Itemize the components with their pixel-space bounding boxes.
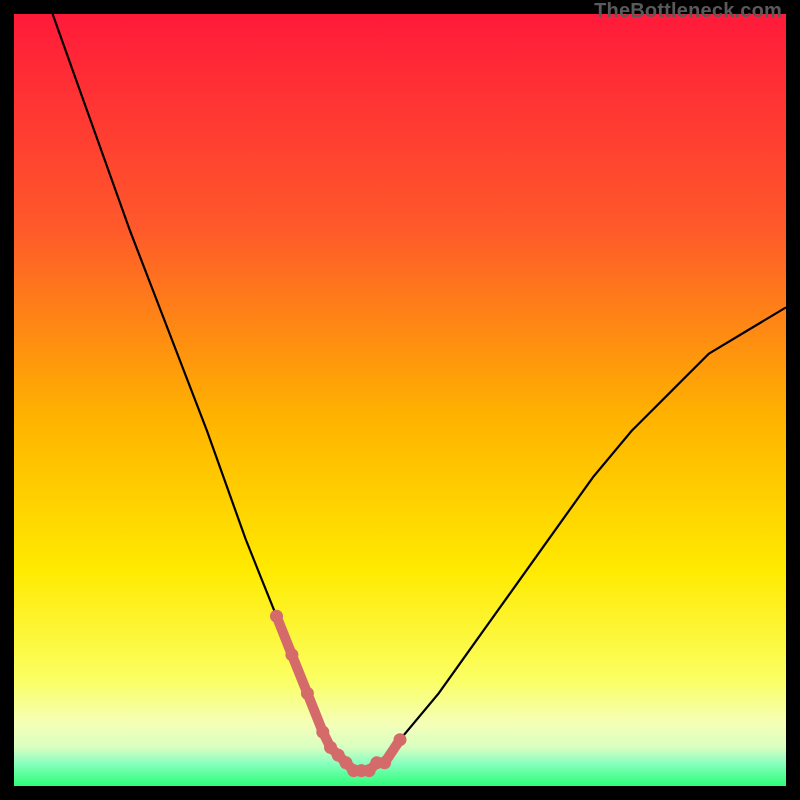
marker-polyline — [277, 616, 401, 770]
marker-dot — [301, 687, 314, 700]
marker-dot — [285, 648, 298, 661]
marker-dot — [316, 726, 329, 739]
plot-area — [14, 14, 786, 786]
bottleneck-curve — [53, 14, 786, 771]
chart-svg — [14, 14, 786, 786]
marker-dot — [270, 610, 283, 623]
chart-container: TheBottleneck.com — [0, 0, 800, 800]
flat-bottom-markers — [270, 610, 407, 777]
watermark-text: TheBottleneck.com — [594, 0, 782, 23]
marker-dot — [378, 756, 391, 769]
marker-dot — [394, 733, 407, 746]
